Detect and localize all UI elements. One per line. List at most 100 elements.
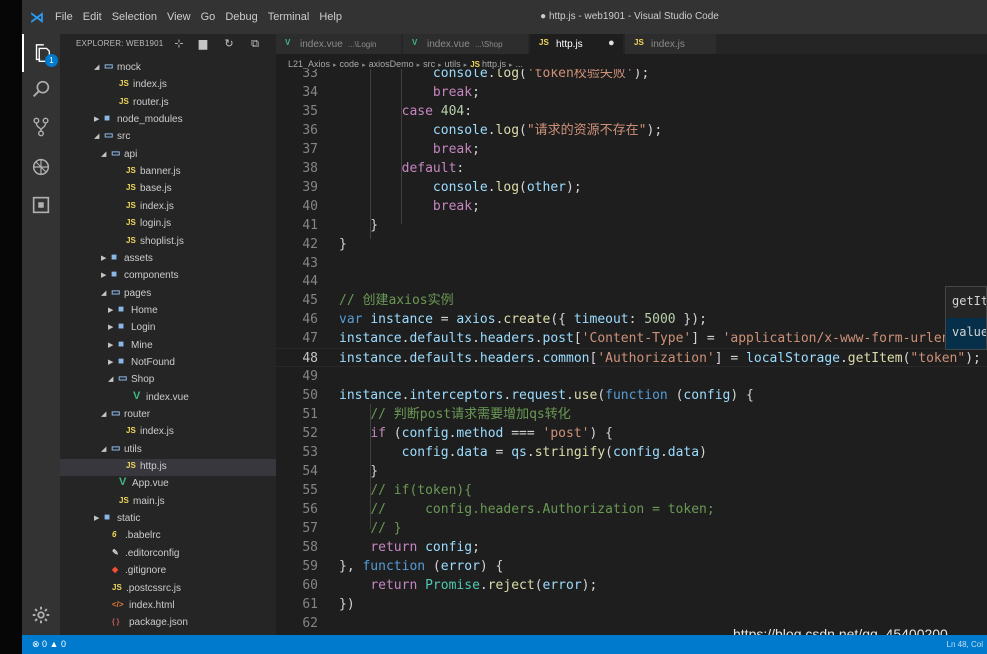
chevron-down-icon[interactable]: ◢ — [94, 63, 99, 71]
code-line[interactable]: 52 if (config.method === 'post') { — [276, 424, 987, 443]
debug-activity-button[interactable] — [22, 148, 60, 186]
tree-item[interactable]: JS http.js — [60, 459, 276, 476]
code-line[interactable]: 38 default: — [276, 159, 987, 178]
chevron-right-icon[interactable]: ▶ — [101, 254, 106, 262]
code-line[interactable]: 54 } — [276, 462, 987, 481]
code-line[interactable]: 53 config.data = qs.stringify(config.dat… — [276, 443, 987, 462]
code-line[interactable]: 42} — [276, 235, 987, 254]
code-line[interactable]: 58 return config; — [276, 538, 987, 557]
tree-item[interactable]: JS .postcssrc.js — [60, 581, 276, 598]
code-line[interactable]: 41 } — [276, 216, 987, 235]
chevron-down-icon[interactable]: ◢ — [94, 132, 99, 140]
tree-item[interactable]: V App.vue — [60, 476, 276, 493]
tree-item[interactable]: ◢ ▭ router — [60, 407, 276, 424]
tab-http-js[interactable]: JS http.js ● — [530, 34, 624, 54]
breadcrumb-item[interactable]: src — [423, 59, 435, 69]
collapse-all-icon[interactable]: ⧉ — [248, 37, 262, 51]
code-line[interactable]: 55 // if(token){ — [276, 481, 987, 500]
chevron-right-icon[interactable]: ▶ — [94, 115, 99, 123]
tree-item[interactable]: ▶ ■ Home — [60, 303, 276, 320]
tree-item[interactable]: JS banner.js — [60, 164, 276, 181]
code-line[interactable]: 34 break; — [276, 83, 987, 102]
tree-item[interactable]: JS router.js — [60, 95, 276, 112]
new-folder-icon[interactable]: ▆ — [196, 37, 210, 51]
breadcrumb-item[interactable]: L21_Axios — [288, 59, 330, 69]
chevron-right-icon[interactable]: ▶ — [108, 323, 113, 331]
chevron-right-icon[interactable]: ▶ — [108, 358, 113, 366]
chevron-right-icon[interactable]: ▶ — [101, 271, 106, 279]
breadcrumb-item[interactable]: ... — [516, 59, 524, 69]
tree-item[interactable]: JS main.js — [60, 494, 276, 511]
code-line[interactable]: 47 instance.defaults.headers.post['Conten… — [276, 329, 987, 348]
chevron-right-icon[interactable]: ▶ — [94, 514, 99, 522]
unsaved-dot-icon[interactable]: ● — [608, 37, 615, 49]
tree-item[interactable]: ▶ ■ NotFound — [60, 355, 276, 372]
tree-item[interactable]: ▶ ■ node_modules — [60, 112, 276, 129]
tree-item[interactable]: ▶ ■ static — [60, 511, 276, 528]
tab-index-js[interactable]: JS index.js — [625, 34, 717, 54]
suggest-item[interactable]: getItem — [946, 287, 986, 318]
tree-item[interactable]: ▶ ■ Mine — [60, 338, 276, 355]
source-control-activity-button[interactable] — [22, 108, 60, 146]
code-line[interactable]: 39 console.log(other); — [276, 178, 987, 197]
tree-item[interactable]: ▶ ■ components — [60, 268, 276, 285]
manage-activity-button[interactable] — [22, 596, 60, 634]
code-line[interactable]: 50 instance.interceptors.request.use(func… — [276, 386, 987, 405]
tree-item[interactable]: JS shoplist.js — [60, 234, 276, 251]
tree-item[interactable]: ◢ ▭ mock — [60, 60, 276, 77]
chevron-down-icon[interactable]: ◢ — [101, 410, 106, 418]
code-line[interactable]: 45 // 创建axios实例 — [276, 291, 987, 310]
code-line[interactable]: 37 break; — [276, 140, 987, 159]
tree-item[interactable]: 6 .babelrc — [60, 528, 276, 545]
code-line[interactable]: 40 break; — [276, 197, 987, 216]
tree-item[interactable]: ◆ .gitignore — [60, 563, 276, 580]
breadcrumb-item[interactable]: code — [340, 59, 360, 69]
tab-index-vue-shop[interactable]: V index.vue ...\Shop — [403, 34, 529, 54]
new-file-icon[interactable]: ⊹ — [172, 37, 186, 51]
code-line[interactable]: 44 — [276, 272, 987, 291]
code-line[interactable]: 33 console.log('token校验失败'); — [276, 69, 987, 83]
code-line[interactable]: 51 // 判断post请求需要增加qs转化 — [276, 405, 987, 424]
tree-item[interactable]: Vindex.vue — [60, 390, 276, 407]
explorer-activity-button[interactable]: 1 — [22, 34, 60, 72]
tab-index-vue-login[interactable]: V index.vue ...\Login — [276, 34, 402, 54]
code-line[interactable]: 61}) — [276, 595, 987, 614]
tree-item[interactable]: ▶ ■ Login — [60, 320, 276, 337]
problems-indicator[interactable]: ⊗ 0 ▲ 0 — [32, 639, 66, 650]
suggest-item[interactable]: value — [946, 318, 986, 349]
chevron-down-icon[interactable]: ◢ — [101, 150, 106, 158]
tree-item[interactable]: ✎ .editorconfig — [60, 546, 276, 563]
refresh-icon[interactable]: ↻ — [222, 37, 236, 51]
code-line[interactable]: 60 return Promise.reject(error); — [276, 576, 987, 595]
code-line[interactable]: 35 case 404: — [276, 102, 987, 121]
tree-item[interactable]: { } package.json — [60, 615, 276, 632]
code-line[interactable]: 57 // } — [276, 519, 987, 538]
cursor-position[interactable]: Ln 48, Col — [947, 640, 983, 649]
code-line[interactable]: 43 — [276, 254, 987, 273]
breadcrumb-item[interactable]: utils — [445, 59, 461, 69]
tree-item[interactable]: ◢ ▭ Shop — [60, 372, 276, 389]
tree-item[interactable]: JS base.js — [60, 181, 276, 198]
chevron-down-icon[interactable]: ◢ — [108, 375, 113, 383]
tree-item[interactable]: ◢ ▭ src — [60, 129, 276, 146]
tree-item[interactable]: JS index.js — [60, 77, 276, 94]
code-line[interactable]: 49 — [276, 367, 987, 386]
tree-item[interactable]: JS index.js — [60, 199, 276, 216]
chevron-right-icon[interactable]: ▶ — [108, 341, 113, 349]
code-line[interactable]: 48 instance.defaults.headers.common['Auth… — [276, 348, 987, 367]
tree-item[interactable]: </> index.html — [60, 598, 276, 615]
code-line[interactable]: 46 var instance = axios.create({ timeout:… — [276, 310, 987, 329]
chevron-down-icon[interactable]: ◢ — [101, 445, 106, 453]
code-line[interactable]: 56 // config.headers.Authorization = tok… — [276, 500, 987, 519]
tree-item[interactable]: JS login.js — [60, 216, 276, 233]
chevron-down-icon[interactable]: ◢ — [101, 289, 106, 297]
chevron-right-icon[interactable]: ▶ — [108, 306, 113, 314]
tree-item[interactable]: ▶ ■ assets — [60, 251, 276, 268]
code-line[interactable]: 59}, function (error) { — [276, 557, 987, 576]
breadcrumb-item[interactable]: axiosDemo — [369, 59, 414, 69]
search-activity-button[interactable] — [22, 70, 60, 108]
code-line[interactable]: 36 console.log("请求的资源不存在"); — [276, 121, 987, 140]
tree-item[interactable]: ◢ ▭ utils — [60, 442, 276, 459]
extensions-activity-button[interactable] — [22, 186, 60, 224]
tree-item[interactable]: ◢ ▭ api — [60, 147, 276, 164]
